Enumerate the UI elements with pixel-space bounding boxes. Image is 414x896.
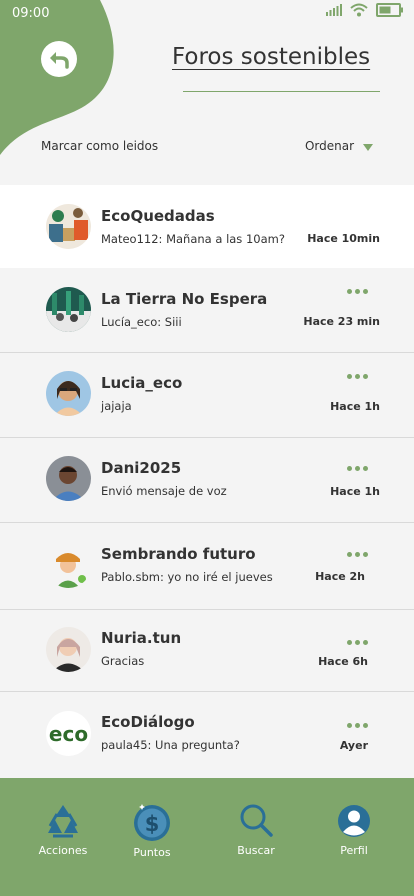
conversation-row[interactable]: La Tierra No Espera Lucía_eco: Siii Hace… — [0, 268, 414, 353]
avatar — [46, 371, 91, 416]
caret-down-icon — [363, 143, 373, 151]
conversation-message: Gracias — [101, 654, 145, 668]
conversation-name: Lucia_eco — [101, 374, 183, 392]
svg-text:$: $ — [145, 812, 160, 836]
conversation-name: La Tierra No Espera — [101, 290, 268, 308]
conversation-message: Lucía_eco: Siii — [101, 315, 182, 329]
search-icon — [240, 804, 273, 837]
nav-puntos[interactable]: $ Puntos — [112, 802, 192, 859]
conversation-name: Dani2025 — [101, 459, 182, 477]
conversation-name: Nuria.tun — [101, 629, 182, 647]
nav-label-buscar: Buscar — [237, 844, 275, 857]
more-options-icon[interactable] — [347, 640, 368, 645]
conversation-time: Hace 1h — [330, 485, 380, 498]
conversation-time: Hace 23 min — [303, 315, 380, 328]
more-options-icon[interactable] — [347, 723, 368, 728]
conversation-time: Hace 2h — [315, 570, 365, 583]
conversation-list: EcoQuedadas Mateo112: Mañana a las 10am?… — [0, 185, 414, 780]
more-options-icon[interactable] — [347, 466, 368, 471]
back-arrow-icon — [50, 52, 69, 69]
avatar: eco — [46, 711, 91, 756]
recycle-icon — [48, 805, 78, 838]
conversation-message: paula45: Una pregunta? — [101, 738, 240, 752]
dollar-coin-icon: $ — [134, 804, 170, 841]
bottom-navigation: Acciones $ Puntos Buscar Perfil — [0, 778, 414, 896]
nav-perfil[interactable]: Perfil — [314, 802, 394, 857]
avatar — [46, 456, 91, 501]
nav-buscar[interactable]: Buscar — [216, 802, 296, 857]
status-time: 09:00 — [12, 6, 50, 21]
title-divider — [183, 91, 380, 92]
conversation-message: Mateo112: Mañana a las 10am? — [101, 232, 285, 246]
more-options-icon[interactable] — [347, 289, 368, 294]
nav-label-acciones: Acciones — [38, 844, 88, 857]
avatar — [46, 287, 91, 332]
nav-acciones[interactable]: Acciones — [23, 802, 103, 857]
conversation-message: Pablo.sbm: yo no iré el jueves — [101, 570, 273, 584]
conversation-name: EcoQuedadas — [101, 207, 215, 225]
conversation-row[interactable]: Nuria.tun Gracias Hace 6h — [0, 610, 414, 692]
conversation-time: Hace 10min — [307, 232, 380, 245]
conversation-name: Sembrando futuro — [101, 545, 256, 563]
sort-label: Ordenar — [304, 139, 354, 153]
battery-icon — [376, 3, 403, 17]
more-options-icon[interactable] — [347, 374, 368, 379]
conversation-row[interactable]: EcoQuedadas Mateo112: Mañana a las 10am?… — [0, 185, 414, 268]
more-options-icon[interactable] — [347, 552, 368, 557]
header-decoration — [0, 0, 114, 155]
nav-label-perfil: Perfil — [340, 844, 368, 857]
avatar — [46, 543, 91, 588]
page-title: Foros sostenibles — [172, 44, 371, 70]
conversation-time: Hace 6h — [318, 655, 368, 668]
conversation-row[interactable]: Lucia_eco jajaja Hace 1h — [0, 353, 414, 438]
user-icon — [338, 805, 370, 837]
conversation-row[interactable]: Dani2025 Envió mensaje de voz Hace 1h — [0, 438, 414, 523]
signal-icon — [326, 4, 342, 16]
conversation-time: Ayer — [339, 739, 368, 752]
wifi-icon — [350, 3, 368, 17]
eco-logo-text: eco — [49, 722, 88, 746]
conversation-message: Envió mensaje de voz — [101, 484, 227, 498]
conversation-row[interactable]: Sembrando futuro Pablo.sbm: yo no iré el… — [0, 523, 414, 610]
avatar — [46, 204, 91, 249]
nav-label-puntos: Puntos — [133, 846, 171, 859]
sort-dropdown[interactable]: Ordenar — [305, 139, 373, 153]
conversation-name: EcoDiálogo — [101, 713, 195, 731]
conversation-row[interactable]: eco EcoDiálogo paula45: Una pregunta? Ay… — [0, 692, 414, 780]
back-button[interactable] — [41, 41, 77, 77]
conversation-time: Hace 1h — [330, 400, 380, 413]
avatar — [46, 627, 91, 672]
status-icons — [326, 3, 404, 17]
conversation-message: jajaja — [101, 399, 132, 413]
